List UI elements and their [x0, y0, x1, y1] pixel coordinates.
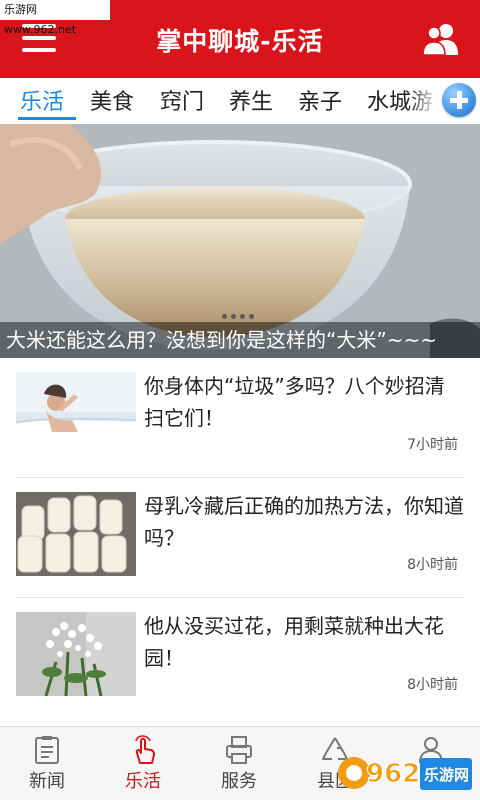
carousel-dot[interactable] — [222, 314, 227, 319]
tab-meishi[interactable]: 美食 — [90, 84, 134, 116]
news-time: 7小时前 — [407, 437, 458, 453]
user-group-icon[interactable] — [422, 22, 460, 56]
category-tabs: 乐活 美食 窍门 养生 亲子 水城游 — [0, 78, 480, 124]
news-headline: 你身体内“垃圾”多吗？八个妙招清扫它们！ — [144, 374, 445, 430]
tabs-fade-overlay — [408, 78, 446, 124]
nav-lehuo[interactable]: 乐活 — [108, 733, 178, 797]
list-item[interactable]: 母乳冷藏后正确的加热方法，你知道吗？ 8小时前 — [16, 478, 466, 598]
news-headline: 他从没买过花，用剩菜就种出大花园！ — [144, 614, 444, 670]
printer-service-icon — [226, 736, 252, 764]
flower-plant-photo — [16, 612, 136, 696]
svg-text:962: 962 — [366, 759, 420, 789]
svg-text:乐游网: 乐游网 — [424, 766, 469, 784]
news-time: 8小时前 — [407, 557, 458, 573]
list-item[interactable]: 你身体内“垃圾”多吗？八个妙招清扫它们！ 7小时前 — [16, 358, 466, 478]
active-tab-indicator — [18, 117, 76, 120]
news-headline: 母乳冷藏后正确的加热方法，你知道吗？ — [144, 494, 464, 550]
banner-caption: 大米还能这么用？没想到你是这样的“大米”~~~ — [6, 328, 437, 352]
milk-bottles-photo — [16, 492, 136, 576]
nav-label: 服务 — [221, 771, 257, 792]
featured-banner[interactable]: 大米还能这么用？没想到你是这样的“大米”~~~ — [0, 124, 480, 358]
tab-qinzi[interactable]: 亲子 — [298, 84, 342, 116]
bathtub-photo — [16, 372, 136, 456]
tab-yangsheng[interactable]: 养生 — [229, 84, 273, 116]
watermark-logo: 962 乐游网 — [336, 752, 474, 794]
nav-service[interactable]: 服务 — [204, 733, 274, 797]
tab-lehuo[interactable]: 乐活 — [20, 84, 64, 116]
watermark-top: 乐游网 www.962.net — [0, 0, 110, 36]
carousel-dots — [222, 304, 258, 323]
carousel-dot[interactable] — [240, 314, 245, 319]
tab-qiaomen[interactable]: 窍门 — [160, 84, 204, 116]
news-time: 8小时前 — [407, 677, 458, 693]
carousel-dot[interactable] — [231, 314, 236, 319]
list-item[interactable]: 他从没买过花，用剩菜就种出大花园！ 8小时前 — [16, 598, 466, 718]
plus-icon[interactable] — [442, 83, 476, 117]
news-icon — [35, 736, 59, 764]
nav-news[interactable]: 新闻 — [12, 733, 82, 797]
carousel-dot[interactable] — [249, 314, 254, 319]
nav-label: 乐活 — [125, 771, 161, 792]
tap-hand-icon — [135, 735, 155, 764]
nav-label: 新闻 — [29, 771, 65, 792]
